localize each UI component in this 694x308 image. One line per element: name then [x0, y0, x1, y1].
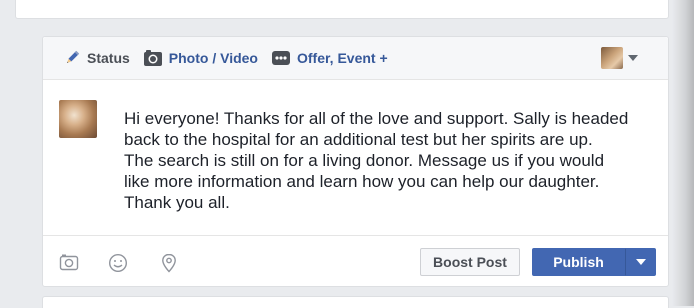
tab-photo-video-label: Photo / Video [168, 50, 258, 66]
tab-status-label: Status [87, 50, 130, 66]
chevron-down-icon [635, 259, 646, 265]
publish-group: Publish [532, 248, 656, 276]
publish-button[interactable]: Publish [532, 248, 625, 276]
publish-options-button[interactable] [625, 248, 656, 276]
pencil-icon [63, 49, 81, 67]
post-text-input[interactable]: Hi everyone! Thanks for all of the love … [124, 108, 659, 213]
actor-selector[interactable] [601, 47, 638, 69]
avatar [59, 100, 97, 138]
more-icon [271, 49, 291, 67]
chevron-down-icon [628, 55, 638, 61]
previous-card [15, 0, 669, 19]
camera-icon[interactable] [59, 253, 79, 276]
post-composer: Status Photo / Video Offer, Event + Hi e… [42, 36, 669, 287]
composer-tabs: Status Photo / Video Offer, Event + [43, 37, 668, 80]
page-edge-shadow [672, 0, 694, 306]
actor-avatar [601, 47, 623, 69]
next-card [42, 296, 669, 308]
tab-status[interactable]: Status [63, 49, 130, 67]
tab-offer-event[interactable]: Offer, Event + [271, 49, 388, 67]
composer-body: Hi everyone! Thanks for all of the love … [43, 80, 668, 238]
tab-photo-video[interactable]: Photo / Video [143, 49, 258, 67]
composer-footer: Boost Post Publish [43, 235, 668, 286]
camera-icon [143, 49, 163, 67]
location-pin-icon[interactable] [161, 253, 177, 278]
smiley-icon[interactable] [108, 253, 128, 278]
tab-offer-event-label: Offer, Event + [297, 50, 388, 66]
boost-post-button[interactable]: Boost Post [420, 248, 520, 276]
